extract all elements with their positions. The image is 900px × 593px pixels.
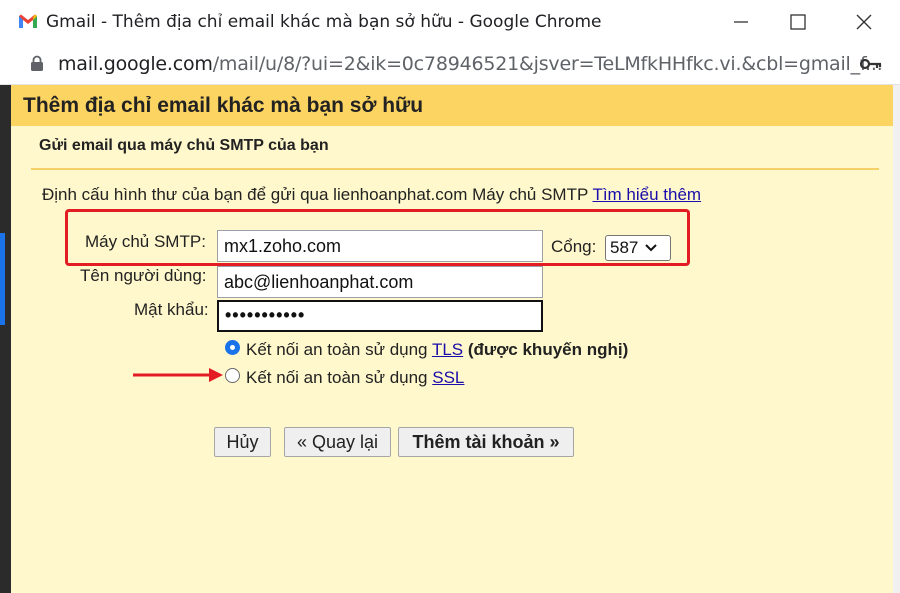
tls-option-label[interactable]: Kết nối an toàn sử dụng TLS (được khuyến… — [246, 340, 628, 360]
back-button[interactable]: « Quay lại — [284, 427, 391, 457]
tls-link[interactable]: TLS — [432, 340, 463, 359]
window-titlebar: Gmail - Thêm địa chỉ email khác mà bạn s… — [0, 0, 900, 44]
background-accent — [0, 233, 5, 325]
port-label: Cổng: — [551, 237, 597, 256]
tls-prefix: Kết nối an toàn sử dụng — [246, 340, 432, 359]
close-button[interactable] — [840, 0, 888, 44]
gmail-logo-icon — [19, 14, 37, 28]
maximize-icon — [790, 14, 806, 30]
tls-radio[interactable] — [225, 340, 240, 355]
cancel-button[interactable]: Hủy — [214, 427, 271, 457]
dialog-header: Thêm địa chỉ email khác mà bạn sở hữu — [11, 85, 893, 126]
description: Định cấu hình thư của bạn để gửi qua lie… — [42, 185, 701, 205]
tls-recommend: (được khuyến nghị) — [467, 340, 629, 359]
right-edge — [893, 85, 900, 593]
ssl-link[interactable]: SSL — [432, 368, 464, 387]
address-bar[interactable]: mail.google.com/mail/u/8/?ui=2&ik=0c7894… — [0, 44, 900, 85]
username-label: Tên người dùng: — [80, 266, 207, 285]
smtp-label: Máy chủ SMTP: — [85, 232, 206, 251]
red-arrow-icon — [133, 368, 223, 382]
username-input[interactable] — [217, 266, 543, 298]
learn-more-link[interactable]: Tìm hiểu thêm — [592, 185, 701, 204]
url-text[interactable]: mail.google.com/mail/u/8/?ui=2&ik=0c7894… — [58, 53, 883, 75]
smtp-server-input[interactable] — [217, 230, 543, 262]
window-title: Gmail - Thêm địa chỉ email khác mà bạn s… — [46, 12, 602, 32]
port-select[interactable]: 587 — [605, 235, 671, 261]
add-email-dialog: Thêm địa chỉ email khác mà bạn sở hữu Gử… — [11, 85, 893, 593]
url-host: mail.google.com — [58, 53, 213, 75]
section-divider — [31, 168, 879, 170]
minimize-icon — [734, 21, 748, 23]
dialog-title: Thêm địa chỉ email khác mà bạn sở hữu — [23, 94, 424, 117]
url-path: /mail/u/8/?ui=2&ik=0c78946521&jsver=TeLM… — [212, 53, 883, 75]
close-icon — [856, 14, 872, 30]
add-account-button[interactable]: Thêm tài khoản » — [398, 427, 574, 457]
section-title: Gửi email qua máy chủ SMTP của bạn — [39, 137, 329, 154]
description-text: Định cấu hình thư của bạn để gửi qua lie… — [42, 185, 589, 204]
minimize-button[interactable] — [717, 0, 765, 44]
maximize-button[interactable] — [774, 0, 822, 44]
key-icon[interactable] — [860, 58, 882, 70]
lock-icon[interactable] — [30, 55, 44, 72]
password-label: Mật khẩu: — [134, 300, 209, 319]
chevron-down-icon — [645, 244, 658, 252]
ssl-prefix: Kết nối an toàn sử dụng — [246, 368, 433, 387]
background-app-edge — [0, 85, 11, 593]
password-input[interactable]: ••••••••••• — [217, 300, 543, 332]
ssl-option-label[interactable]: Kết nối an toàn sử dụng SSL — [246, 368, 464, 388]
port-value: 587 — [610, 238, 639, 257]
